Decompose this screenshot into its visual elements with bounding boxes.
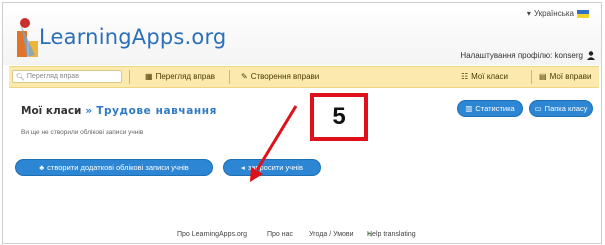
invite-students-button[interactable]: ◂ запросити учнів	[223, 159, 321, 176]
nav-divider	[531, 70, 532, 84]
class-folder-button[interactable]: ▭ Папка класу	[529, 100, 593, 117]
language-selector[interactable]: ▾ Українська	[527, 9, 589, 18]
nav-browse-apps[interactable]: ▦ Перегляд вправ	[145, 72, 215, 81]
create-student-accounts-label: створити додаткові облікові записи учнів	[47, 163, 189, 172]
flag-icon	[577, 9, 589, 18]
nav-my-apps-label: Мої вправи	[549, 72, 592, 81]
step-number: 5	[332, 103, 346, 130]
statistics-button[interactable]: ▥ Статистика	[457, 100, 523, 117]
create-student-accounts-button[interactable]: ♣ створити додаткові облікові записи учн…	[15, 159, 213, 176]
search-placeholder: Перегляд вправ	[26, 73, 79, 80]
grid-icon: ▦	[145, 72, 153, 81]
footer-terms-link[interactable]: Угода / Умови	[309, 231, 354, 238]
invite-students-label: запросити учнів	[247, 163, 303, 172]
statistics-label: Статистика	[475, 104, 515, 113]
footer-about-us-link[interactable]: Про нас	[267, 231, 293, 238]
help-translating-label: Help translating	[367, 231, 416, 238]
profile-settings-link[interactable]: Налаштування профілю: konserg	[460, 51, 595, 60]
no-accounts-note: Ви ще не створили облікові записи учнів	[21, 129, 144, 136]
apps-icon: ▤	[539, 72, 547, 81]
user-icon	[587, 51, 595, 60]
brand-title[interactable]: LearningApps.org	[39, 25, 226, 49]
profile-settings-label: Налаштування профілю: konserg	[460, 51, 583, 60]
pencil-icon: ✎	[241, 72, 248, 81]
breadcrumb-class-name: Трудове навчання	[96, 105, 217, 117]
nav-divider	[129, 70, 130, 84]
breadcrumb-separator: »	[85, 105, 93, 117]
nav-my-classes[interactable]: ☷ Мої класи	[461, 72, 508, 81]
search-input[interactable]: 🔍︎ Перегляд вправ	[12, 70, 122, 83]
add-user-icon: ♣	[39, 163, 45, 172]
class-folder-label: Папка класу	[544, 104, 588, 113]
chevron-down-icon: ▾	[526, 9, 531, 18]
nav-create-label: Створення вправи	[250, 72, 320, 81]
nav-create-app[interactable]: ✎ Створення вправи	[241, 72, 319, 81]
page-frame: LearningApps.org ▾ Українська Налаштуван…	[2, 2, 602, 244]
header: LearningApps.org ▾ Українська Налаштуван…	[3, 3, 601, 65]
language-label: Українська	[533, 9, 574, 18]
nav-my-classes-label: Мої класи	[471, 72, 508, 81]
nav-browse-label: Перегляд вправ	[155, 72, 216, 81]
step-callout-box: 5	[310, 93, 368, 141]
megaphone-icon: ◂	[241, 163, 245, 172]
breadcrumb: Мої класи » Трудове навчання	[21, 105, 217, 117]
main-navbar: 🔍︎ Перегляд вправ ▦ Перегляд вправ ✎ Ств…	[9, 66, 599, 88]
nav-divider	[229, 70, 230, 84]
classes-icon: ☷	[461, 72, 469, 81]
nav-my-apps[interactable]: ▤ Мої вправи	[539, 72, 591, 81]
folder-icon: ▭	[534, 104, 542, 113]
search-icon: 🔍︎	[16, 73, 25, 81]
breadcrumb-my-classes[interactable]: Мої класи	[21, 105, 81, 117]
chart-icon: ▥	[465, 104, 473, 113]
footer-about-link[interactable]: Про LearningApps.org	[177, 231, 247, 238]
